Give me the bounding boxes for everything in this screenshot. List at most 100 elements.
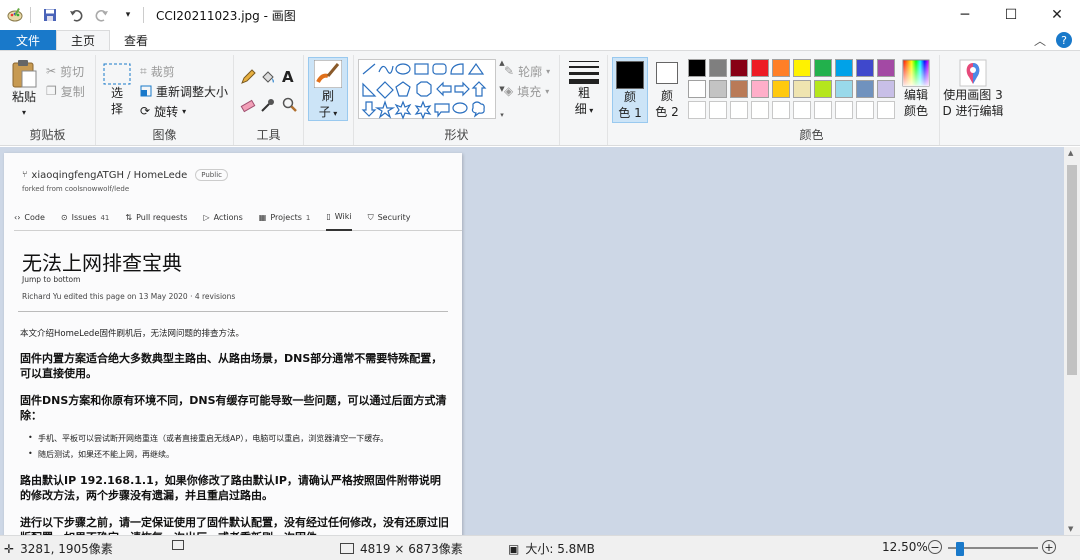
customize-dropdown-icon[interactable]: ▾ (117, 4, 139, 26)
public-badge: Public (195, 169, 228, 181)
close-button[interactable]: ✕ (1034, 0, 1080, 30)
rotate-button[interactable]: ⟳ 旋转 ▾ (140, 101, 186, 121)
outline-button[interactable]: ✎ 轮廓 ▾ (504, 61, 550, 81)
repo-name: xiaoqingfengATGH / HomeLede (31, 169, 188, 181)
fill-bucket-icon[interactable] (260, 67, 276, 87)
custom-color-swatch[interactable] (730, 101, 748, 119)
color-swatch[interactable] (751, 80, 769, 98)
maximize-button[interactable]: ☐ (988, 0, 1034, 30)
zoom-in-icon[interactable]: + (1042, 540, 1056, 554)
color-swatch[interactable] (730, 80, 748, 98)
color-swatch[interactable] (877, 59, 895, 77)
color2-label-1: 颜 (660, 89, 673, 103)
expand-gallery-icon[interactable]: ▾ (500, 111, 504, 119)
custom-color-swatch[interactable] (793, 101, 811, 119)
crop-icon: ⌗ (140, 63, 147, 78)
pencil-icon[interactable] (240, 67, 256, 87)
scroll-down-icon[interactable]: ▼ (1068, 525, 1073, 533)
edit-colors-button[interactable]: 编辑 颜色 (896, 59, 936, 119)
zoom-level: 12.50% (882, 540, 928, 554)
shapes-gallery[interactable] (358, 59, 496, 120)
minimize-button[interactable]: ─ (942, 0, 988, 30)
text-icon[interactable]: A (282, 67, 294, 87)
ribbon: 粘贴 ▾ ✂ 剪切 ❐ 复制 剪贴板 选 择 ⌗ 裁剪 重新调整大小 ⟳ 旋转 … (0, 50, 1080, 146)
custom-color-swatch[interactable] (835, 101, 853, 119)
color-swatch[interactable] (814, 80, 832, 98)
redo-icon[interactable] (91, 4, 113, 26)
resize-button[interactable]: 重新调整大小 (140, 81, 228, 101)
color-swatch[interactable] (751, 59, 769, 77)
group-label-image: 图像 (152, 128, 177, 142)
color-swatch[interactable] (793, 80, 811, 98)
brushes-label-2: 子 ▾ (318, 105, 338, 119)
custom-color-swatch[interactable] (709, 101, 727, 119)
paint3d-button[interactable]: 使用画图 3 D 进行编辑 (940, 59, 1006, 119)
group-label-shapes: 形状 (444, 128, 469, 142)
color-swatch[interactable] (772, 59, 790, 77)
group-label-tools: 工具 (256, 128, 281, 142)
color-swatch[interactable] (856, 59, 874, 77)
save-icon[interactable] (39, 4, 61, 26)
undo-icon[interactable] (65, 4, 87, 26)
vertical-scrollbar[interactable]: ▲ ▼ (1064, 147, 1080, 535)
color-picker-icon[interactable] (260, 95, 276, 115)
tab-home[interactable]: 主页 (56, 30, 111, 50)
color-swatch[interactable] (856, 80, 874, 98)
zoom-slider-thumb[interactable] (956, 542, 964, 556)
tab-file[interactable]: 文件 (0, 30, 56, 50)
selection-icon (172, 540, 184, 550)
paint-app-icon[interactable] (4, 4, 26, 26)
color-swatch[interactable] (688, 59, 706, 77)
color-swatch[interactable] (793, 59, 811, 77)
select-button[interactable]: 选 择 (102, 63, 132, 117)
intro-text: 本文介绍HomeLede固件刷机后，无法网问题的排查方法。 (20, 329, 245, 339)
color-swatch[interactable] (688, 80, 706, 98)
repo-tab-code: ‹› Code (14, 213, 45, 222)
help-icon[interactable]: ? (1056, 32, 1072, 48)
color-swatch[interactable] (835, 59, 853, 77)
custom-color-swatch[interactable] (751, 101, 769, 119)
shield-icon: ⛉ (367, 212, 374, 222)
color-swatch[interactable] (730, 59, 748, 77)
canvas-area[interactable]: ⑂ xiaoqingfengATGH / HomeLede Public for… (0, 147, 1064, 535)
custom-color-swatch[interactable] (856, 101, 874, 119)
crop-button[interactable]: ⌗ 裁剪 (140, 61, 175, 81)
color-swatch[interactable] (709, 59, 727, 77)
zoom-out-icon[interactable]: − (928, 540, 942, 554)
zoom-slider[interactable] (948, 542, 1038, 556)
custom-color-swatch[interactable] (814, 101, 832, 119)
scrollbar-thumb[interactable] (1067, 165, 1077, 375)
paste-button[interactable]: 粘贴 ▾ (6, 59, 42, 121)
color2-button[interactable]: 颜 色 2 (650, 61, 684, 120)
select-label-2: 择 (110, 102, 123, 116)
collapse-ribbon-icon[interactable]: ︿ (1034, 32, 1046, 49)
repo-tab-issues: ⊙ Issues 41 (60, 213, 110, 222)
outline-brush-icon: ✎ (504, 64, 515, 78)
color-swatch[interactable] (772, 80, 790, 98)
copy-button[interactable]: ❐ 复制 (46, 81, 85, 101)
cut-button[interactable]: ✂ 剪切 (46, 61, 84, 81)
color1-button[interactable]: 颜 色 1 (612, 57, 648, 123)
custom-color-swatch[interactable] (688, 101, 706, 119)
color-swatch[interactable] (814, 59, 832, 77)
size-label-2: 细 ▾ (574, 102, 594, 116)
image-canvas[interactable]: ⑂ xiaoqingfengATGH / HomeLede Public for… (4, 153, 462, 535)
fill-button[interactable]: ◈ 填充 ▾ (504, 81, 549, 101)
color-swatch[interactable] (835, 80, 853, 98)
zoom-out-button[interactable]: − (928, 540, 942, 554)
scroll-up-icon[interactable]: ▲ (1068, 149, 1073, 157)
custom-color-swatch[interactable] (877, 101, 895, 119)
brushes-button[interactable]: 刷 子 ▾ (308, 57, 348, 121)
color-swatch[interactable] (709, 80, 727, 98)
magnifier-icon[interactable] (282, 95, 298, 115)
paint3d-icon (959, 59, 987, 87)
paint3d-label-2: D 进行编辑 (942, 104, 1004, 118)
repo-tab-actions: ▷ Actions (203, 213, 243, 222)
color-swatch[interactable] (877, 80, 895, 98)
zoom-in-button[interactable]: + (1042, 540, 1056, 554)
custom-color-swatch[interactable] (772, 101, 790, 119)
selection-rectangle-icon (103, 63, 131, 85)
size-button[interactable]: 粗 细 ▾ (566, 59, 602, 119)
tab-view[interactable]: 查看 (110, 30, 162, 50)
eraser-icon[interactable] (240, 95, 256, 115)
